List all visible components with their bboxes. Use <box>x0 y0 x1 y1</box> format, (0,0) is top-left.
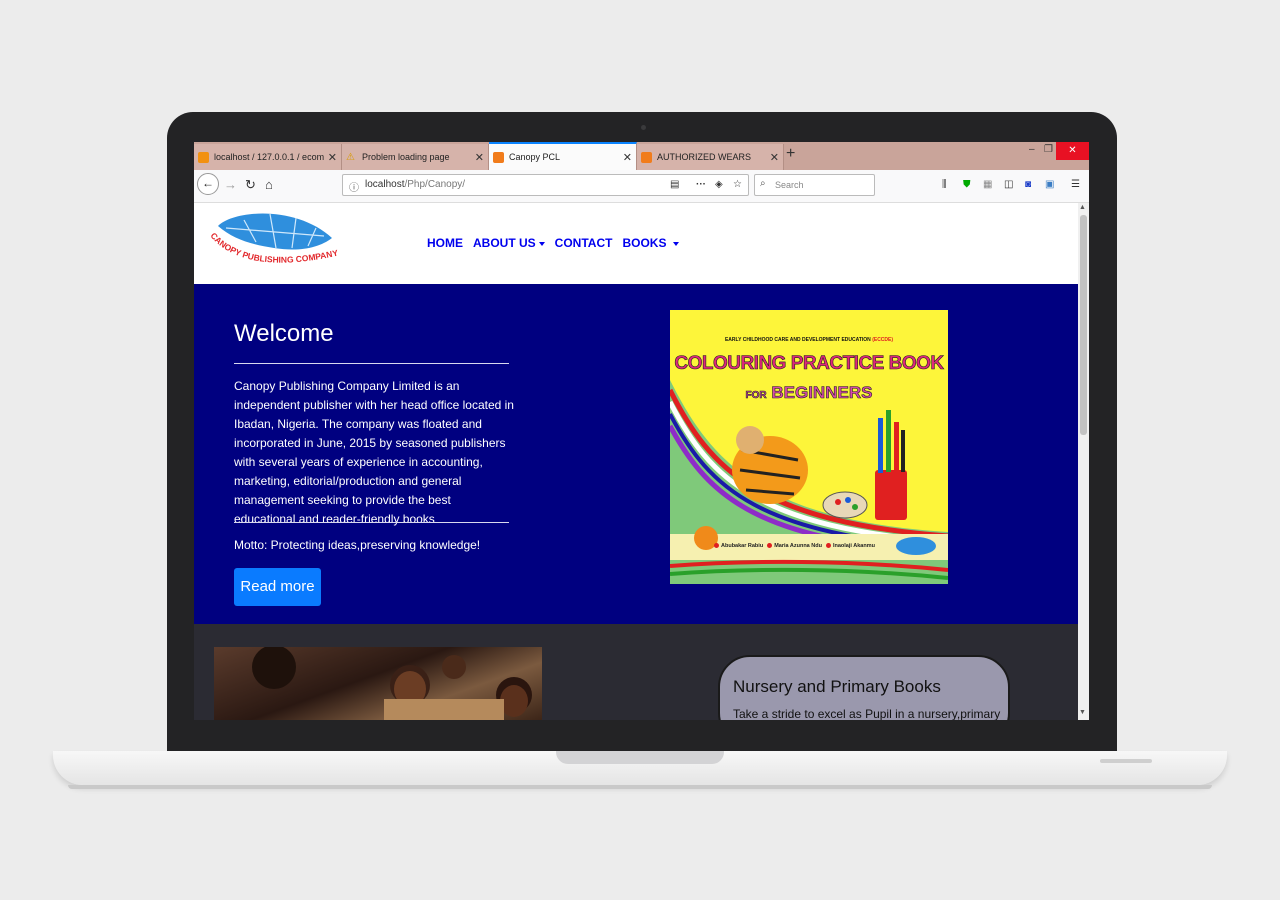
browser-toolbar: ← → ↻ ⌂ ⓘ localhost/Php/Canopy/ ▤ ··· ◈ … <box>194 170 1089 203</box>
read-more-button[interactable]: Read more <box>234 568 321 606</box>
xampp-icon <box>493 151 504 163</box>
tab-canopy-pcl[interactable]: Canopy PCL ✕ <box>489 142 637 170</box>
scroll-thumb[interactable] <box>1080 215 1087 435</box>
tab-phpmyadmin[interactable]: localhost / 127.0.0.1 / ecomme ✕ <box>194 144 342 170</box>
nursery-primary-card[interactable]: Nursery and Primary Books Take a stride … <box>718 655 1010 720</box>
close-icon[interactable]: ✕ <box>770 151 779 164</box>
nav-home[interactable]: HOME <box>427 236 463 250</box>
site-header: CANOPY PUBLISHING COMPANY LTD HOME ABOUT… <box>194 203 1078 284</box>
laptop-foot <box>68 785 1212 789</box>
tab-label: AUTHORIZED WEARS <box>657 152 752 162</box>
search-field[interactable]: ⌕ Search <box>754 174 875 196</box>
tab-label: localhost / 127.0.0.1 / ecomme <box>214 152 324 162</box>
hero-title: Welcome <box>234 320 334 347</box>
back-arrow-icon[interactable]: ← <box>197 173 219 195</box>
info-icon[interactable]: ⓘ <box>349 179 359 194</box>
book-authors: Abubakar Rabiu Maria Azunna Ndu Inaolaji A… <box>710 543 875 549</box>
reload-icon[interactable]: ↻ <box>245 177 256 193</box>
page-actions-icon[interactable]: ··· <box>696 179 706 190</box>
close-icon[interactable]: ✕ <box>328 151 337 164</box>
motto-text: Motto: Protecting ideas,preserving knowl… <box>234 538 481 552</box>
url-path: /Php/Canopy/ <box>404 179 466 190</box>
author-1: Abubakar Rabiu <box>721 543 764 549</box>
author-2: Maria Azunna Ndu <box>774 543 822 549</box>
close-icon[interactable]: ✕ <box>475 151 484 164</box>
books-section: Nursery and Primary Books Take a stride … <box>194 624 1078 720</box>
book-cover-image: EARLY CHILDHOOD CARE AND DEVELOPMENT EDU… <box>670 310 948 584</box>
page-scrollbar[interactable]: ▲ ▼ <box>1078 203 1089 720</box>
nav-contact[interactable]: CONTACT <box>555 236 613 250</box>
address-bar[interactable]: ⓘ localhost/Php/Canopy/ ▤ ··· ◈ ☆ <box>342 174 749 196</box>
reader-view-icon[interactable]: ▤ <box>670 179 679 190</box>
new-tab-plus-icon[interactable]: + <box>786 145 795 163</box>
hero-section: Welcome Canopy Publishing Company Limite… <box>194 284 1078 624</box>
laptop-notch <box>556 751 724 764</box>
xampp-icon <box>641 151 652 163</box>
caret-down-icon <box>538 241 545 246</box>
close-icon[interactable]: ✕ <box>623 151 632 164</box>
search-placeholder: Search <box>775 180 804 190</box>
browser-window: localhost / 127.0.0.1 / ecomme ✕ ⚠ Probl… <box>194 142 1089 720</box>
tab-label: Canopy PCL <box>509 152 561 162</box>
author-3: Inaolaji Akanmu <box>832 543 875 549</box>
children-photo <box>214 647 542 720</box>
divider <box>234 363 509 364</box>
search-icon: ⌕ <box>760 178 766 189</box>
library-icon[interactable]: ⫼ <box>942 179 947 190</box>
scroll-up-icon[interactable]: ▲ <box>1079 204 1086 211</box>
url-host: localhost <box>365 179 405 190</box>
laptop-slot <box>1100 759 1152 763</box>
caret-down-icon <box>673 241 680 246</box>
tab-problem-loading[interactable]: ⚠ Problem loading page ✕ <box>342 144 489 170</box>
extension-icon[interactable]: ▦ <box>983 179 992 190</box>
laptop-base <box>53 751 1227 785</box>
bookmark-star-icon[interactable]: ☆ <box>733 179 742 190</box>
tab-label: Problem loading page <box>362 152 450 162</box>
nav-books-label: BOOKS <box>622 236 667 250</box>
forward-arrow-icon[interactable]: → <box>224 177 237 192</box>
card-text: Take a stride to excel as Pupil in a nur… <box>733 707 1001 720</box>
restore-icon[interactable]: ❐ <box>1044 144 1053 155</box>
photo-illustration <box>252 647 532 720</box>
nav-about-us[interactable]: ABOUT US <box>473 236 545 250</box>
warning-icon: ⚠ <box>346 151 355 163</box>
extension-pc-icon[interactable]: ▣ <box>1045 179 1054 190</box>
tab-authorized-wears[interactable]: AUTHORIZED WEARS ✕ <box>637 144 784 170</box>
web-page: CANOPY PUBLISHING COMPANY LTD HOME ABOUT… <box>194 203 1078 720</box>
canopy-logo[interactable]: CANOPY PUBLISHING COMPANY LTD <box>204 208 344 282</box>
card-title: Nursery and Primary Books <box>733 677 941 696</box>
main-nav: HOME ABOUT US CONTACT BOOKS <box>427 236 689 250</box>
home-icon[interactable]: ⌂ <box>265 177 273 192</box>
divider <box>234 522 509 523</box>
extension-blue-icon[interactable]: ◙ <box>1025 179 1031 190</box>
url-text[interactable]: localhost/Php/Canopy/ <box>365 179 465 190</box>
shield-icon[interactable]: ⛊ <box>963 179 971 190</box>
sidebar-icon[interactable]: ◫ <box>1004 179 1013 190</box>
camera-dot <box>641 125 646 130</box>
pocket-icon[interactable]: ◈ <box>715 179 723 190</box>
tab-bar: localhost / 127.0.0.1 / ecomme ✕ ⚠ Probl… <box>194 142 1089 170</box>
minimize-icon[interactable]: – <box>1029 144 1035 155</box>
window-close-icon[interactable]: ✕ <box>1056 142 1089 160</box>
hamburger-menu-icon[interactable]: ☰ <box>1071 179 1080 190</box>
phpmyadmin-icon <box>198 151 209 163</box>
nav-about-label: ABOUT US <box>473 236 536 250</box>
scroll-down-icon[interactable]: ▼ <box>1079 709 1086 716</box>
hero-description: Canopy Publishing Company Limited is an … <box>234 379 514 526</box>
nav-books[interactable]: BOOKS <box>622 236 680 250</box>
